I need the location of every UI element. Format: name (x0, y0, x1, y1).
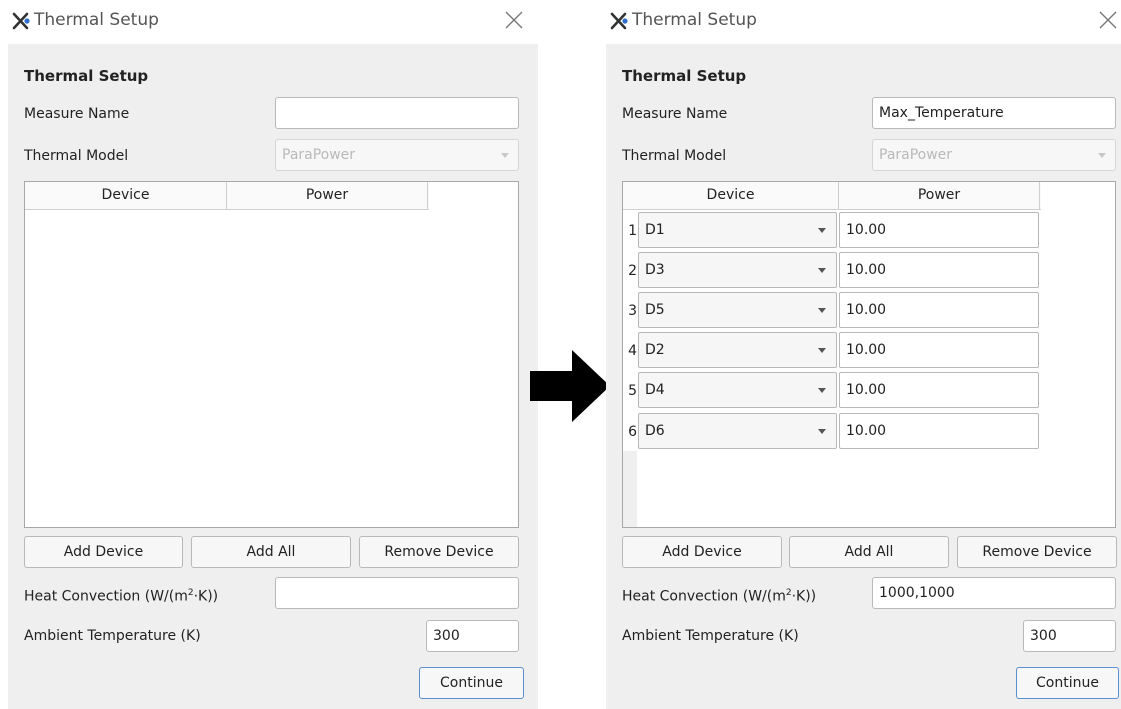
continue-button[interactable]: Continue (1016, 667, 1119, 699)
power-input-row-6[interactable]: 10.00 (839, 413, 1039, 449)
column-header-power[interactable]: Power (839, 182, 1040, 210)
section-title: Thermal Setup (622, 67, 747, 85)
device-select-row-5[interactable]: D4 (638, 372, 837, 408)
device-value: D1 (645, 222, 665, 238)
device-power-table[interactable]: Device Power 1 D1 10.00 2 D3 10.00 3 D5 … (622, 181, 1116, 528)
chevron-down-icon (501, 153, 509, 158)
column-header-device[interactable]: Device (25, 182, 227, 210)
heat-convection-label-suffix: ·K)) (791, 588, 817, 605)
title-bar: Thermal Setup (606, 0, 1121, 44)
app-x-icon (610, 12, 628, 30)
close-icon[interactable] (1095, 7, 1121, 33)
heat-convection-label: Heat Convection (W/(m2·K)) (622, 583, 816, 607)
device-power-table[interactable]: Device Power (24, 181, 519, 528)
thermal-model-select: ParaPower (872, 139, 1116, 171)
chevron-down-icon (818, 348, 826, 353)
thermal-model-select: ParaPower (275, 139, 519, 171)
device-select-row-6[interactable]: D6 (638, 413, 837, 449)
add-all-button[interactable]: Add All (191, 536, 351, 568)
window-title: Thermal Setup (632, 10, 757, 30)
column-header-device[interactable]: Device (623, 182, 839, 210)
section-title: Thermal Setup (24, 67, 149, 85)
power-input-row-1[interactable]: 10.00 (839, 212, 1039, 248)
thermal-model-label: Thermal Model (622, 148, 727, 164)
thermal-model-value: ParaPower (282, 147, 356, 163)
device-value: D3 (645, 262, 665, 278)
remove-device-button[interactable]: Remove Device (359, 536, 519, 568)
thermal-setup-dialog-empty: Thermal Setup Thermal Setup Measure Name… (8, 0, 538, 709)
window-title: Thermal Setup (34, 10, 159, 30)
power-input-row-3[interactable]: 10.00 (839, 292, 1039, 328)
power-input-row-2[interactable]: 10.00 (839, 252, 1039, 288)
add-all-button[interactable]: Add All (789, 536, 949, 568)
row-number: 3 (628, 303, 637, 319)
chevron-down-icon (818, 429, 826, 434)
ambient-temperature-input[interactable]: 300 (426, 620, 519, 652)
heat-convection-label-suffix: ·K)) (193, 588, 219, 605)
measure-name-label: Measure Name (24, 106, 130, 122)
power-input-row-5[interactable]: 10.00 (839, 372, 1039, 408)
row-number: 4 (628, 343, 637, 359)
row-number: 6 (628, 424, 637, 440)
heat-convection-label-prefix: Heat Convection (W/(m (24, 588, 188, 605)
device-select-row-1[interactable]: D1 (638, 212, 837, 248)
device-select-row-4[interactable]: D2 (638, 332, 837, 368)
device-select-row-3[interactable]: D5 (638, 292, 837, 328)
close-icon[interactable] (501, 7, 527, 33)
device-value: D2 (645, 342, 665, 358)
ambient-temperature-label: Ambient Temperature (K) (24, 628, 201, 644)
chevron-down-icon (1098, 153, 1106, 158)
app-x-icon (12, 12, 30, 30)
chevron-down-icon (818, 268, 826, 273)
chevron-down-icon (818, 308, 826, 313)
table-header: Device Power (25, 182, 429, 210)
thermal-model-value: ParaPower (879, 147, 953, 163)
remove-device-button[interactable]: Remove Device (957, 536, 1117, 568)
heat-convection-input[interactable] (275, 577, 519, 609)
heat-convection-label: Heat Convection (W/(m2·K)) (24, 583, 218, 607)
heat-convection-label-prefix: Heat Convection (W/(m (622, 588, 786, 605)
column-header-power[interactable]: Power (227, 182, 428, 210)
thermal-setup-dialog-filled: Thermal Setup Thermal Setup Measure Name… (606, 0, 1121, 709)
title-bar: Thermal Setup (8, 0, 538, 44)
row-number: 2 (628, 263, 637, 279)
heat-convection-input[interactable]: 1000,1000 (872, 577, 1116, 609)
chevron-down-icon (818, 388, 826, 393)
row-number: 5 (628, 383, 637, 399)
measure-name-input[interactable]: Max_Temperature (872, 97, 1116, 129)
thermal-model-label: Thermal Model (24, 148, 129, 164)
row-header-gutter (623, 451, 637, 527)
measure-name-label: Measure Name (622, 106, 728, 122)
add-device-button[interactable]: Add Device (24, 536, 183, 568)
chevron-down-icon (818, 228, 826, 233)
continue-button[interactable]: Continue (419, 667, 524, 699)
device-value: D4 (645, 382, 665, 398)
power-input-row-4[interactable]: 10.00 (839, 332, 1039, 368)
measure-name-input[interactable] (275, 97, 519, 129)
ambient-temperature-input[interactable]: 300 (1023, 620, 1116, 652)
device-value: D5 (645, 302, 665, 318)
table-header: Device Power (623, 182, 1041, 210)
right-arrow-icon (530, 350, 610, 422)
ambient-temperature-label: Ambient Temperature (K) (622, 628, 799, 644)
row-number: 1 (628, 223, 637, 239)
add-device-button[interactable]: Add Device (622, 536, 782, 568)
device-select-row-2[interactable]: D3 (638, 252, 837, 288)
device-value: D6 (645, 423, 665, 439)
